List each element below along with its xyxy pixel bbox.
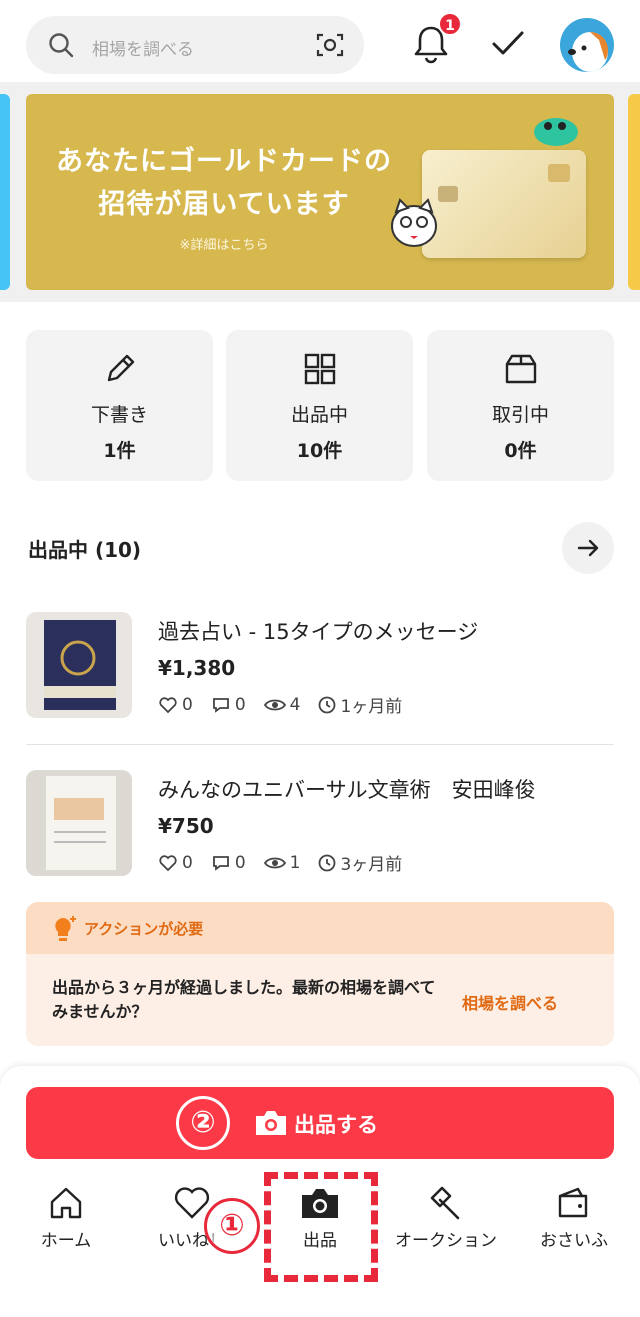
banner-headline: あなたにゴールドカードの 招待が届いています (54, 140, 394, 226)
tile-count: 10件 (296, 440, 343, 462)
home-icon (50, 1187, 82, 1219)
like-count: 0 (182, 852, 193, 873)
item-stats: 0 0 4 1ヶ月前 (158, 692, 420, 717)
sell-button[interactable]: ② 出品する (26, 1087, 614, 1159)
eye-icon (263, 699, 286, 710)
divider (26, 744, 614, 745)
heart-icon (159, 854, 177, 871)
item-thumbnail (26, 612, 132, 718)
camera-icon (256, 1111, 286, 1135)
nav-home[interactable]: ホーム (6, 1186, 126, 1256)
tile-label: 取引中 (491, 404, 549, 426)
highlight-box (264, 1172, 378, 1282)
view-count: 1 (289, 852, 301, 873)
tile-count: 0件 (504, 440, 537, 462)
pencil-icon (107, 354, 135, 382)
search-bar[interactable]: 相場を調べる (26, 16, 364, 74)
action-message: 出品から３ヶ月が経過しました。最新の相場を調べてみませんか？ (52, 978, 436, 1021)
arrow-right-icon (577, 539, 599, 557)
top-bar: 相場を調べる 1 (0, 0, 640, 90)
comment-count: 0 (234, 852, 246, 873)
banner-line-1: あなたにゴールドカードの (56, 146, 392, 177)
tile-drafts[interactable]: 下書き 1件 (26, 330, 213, 481)
nav-label: ホーム (40, 1231, 92, 1251)
action-required-card: アクションが必要 出品から３ヶ月が経過しました。最新の相場を調べてみませんか？ … (26, 902, 614, 1046)
comment-count: 0 (234, 694, 246, 715)
wallet-icon (558, 1187, 588, 1218)
tile-trading[interactable]: 取引中 0件 (427, 330, 614, 481)
banner-subtext: ※詳細はこちら (179, 238, 269, 253)
lightbulb-icon (55, 916, 76, 941)
gavel-icon (430, 1186, 460, 1220)
book-cover-image (26, 612, 132, 718)
nav-label: オークション (395, 1231, 497, 1251)
clock-icon (319, 854, 336, 871)
previous-banner[interactable] (0, 94, 10, 290)
see-all-button[interactable] (562, 522, 614, 574)
notification-badge: 1 (438, 12, 462, 36)
item-name: 過去占い - 15タイプのメッセージ (158, 620, 479, 644)
time-ago: 1ヶ月前 (340, 697, 403, 717)
gold-card-image (422, 150, 586, 258)
nav-auction[interactable]: オークション (386, 1186, 506, 1256)
eye-icon (263, 857, 286, 868)
next-banner[interactable] (628, 94, 640, 290)
step-1-marker: ① (204, 1198, 260, 1254)
tile-count: 1件 (103, 440, 136, 462)
item-name: みんなのユニバーサル文章術 安田峰俊 (158, 778, 536, 802)
tile-listing[interactable]: 出品中 10件 (226, 330, 413, 481)
gold-card-banner[interactable]: あなたにゴールドカードの 招待が届いています ※詳細はこちら (26, 94, 614, 290)
action-title: アクションが必要 (84, 920, 204, 938)
tile-label: 出品中 (290, 404, 348, 426)
list-item[interactable]: 過去占い - 15タイプのメッセージ ¥1,380 0 0 4 1ヶ月前 (26, 612, 614, 732)
banner-line-2: 招待が届いています (98, 189, 350, 220)
view-count: 4 (289, 694, 301, 715)
image-search-icon[interactable] (316, 32, 344, 58)
avatar[interactable] (560, 18, 614, 72)
search-placeholder: 相場を調べる (92, 40, 194, 60)
book-cover-image (26, 770, 132, 876)
comment-icon (212, 697, 229, 713)
heart-icon (159, 696, 177, 713)
frog-mascot-icon (534, 118, 578, 146)
checkmark-icon[interactable] (490, 28, 526, 60)
nav-label: おさいふ (540, 1231, 608, 1251)
tile-label: 下書き (90, 404, 148, 426)
nav-wallet[interactable]: おさいふ (514, 1186, 634, 1256)
check-price-link[interactable]: 相場を調べる (462, 990, 558, 1014)
card-logo (548, 164, 570, 182)
box-icon (505, 354, 537, 384)
step-2-marker: ② (176, 1096, 230, 1150)
search-icon (49, 33, 74, 58)
section-title: 出品中 (10) (28, 538, 142, 562)
cat-mascot-icon (391, 198, 437, 247)
time-ago: 3ヶ月前 (340, 855, 403, 875)
item-stats: 0 0 1 3ヶ月前 (158, 850, 420, 875)
sell-button-label: 出品する (294, 1113, 378, 1137)
clock-icon (319, 696, 336, 713)
like-count: 0 (182, 694, 193, 715)
item-price: ¥1,380 (158, 656, 236, 680)
item-thumbnail (26, 770, 132, 876)
item-price: ¥750 (158, 814, 214, 838)
list-item[interactable]: みんなのユニバーサル文章術 安田峰俊 ¥750 0 0 1 3ヶ月前 (26, 770, 614, 890)
grid-icon (304, 353, 336, 385)
comment-icon (212, 855, 229, 871)
dog-avatar-icon (568, 32, 608, 72)
